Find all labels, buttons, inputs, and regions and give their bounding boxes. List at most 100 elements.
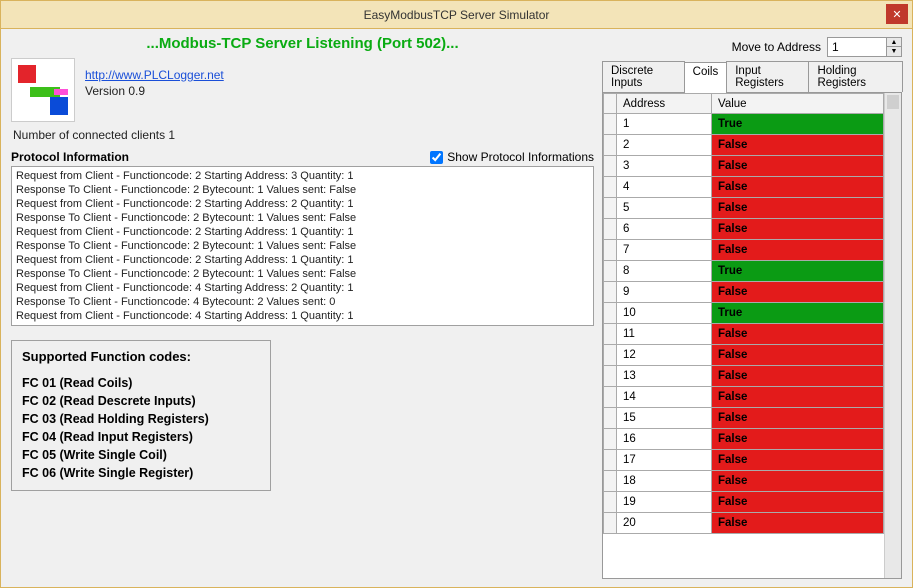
table-row[interactable]: 20False xyxy=(604,513,884,534)
cell-value[interactable]: False xyxy=(712,492,884,513)
table-row[interactable]: 4False xyxy=(604,177,884,198)
cell-address[interactable]: 2 xyxy=(617,135,712,156)
table-row[interactable]: 12False xyxy=(604,345,884,366)
log-line: Request from Client - Functioncode: 4 St… xyxy=(16,309,589,323)
show-protocol-input[interactable] xyxy=(430,151,443,164)
address-input[interactable] xyxy=(828,38,886,56)
version-label: Version 0.9 xyxy=(85,84,224,98)
cell-address[interactable]: 11 xyxy=(617,324,712,345)
function-code: FC 05 (Write Single Coil) xyxy=(22,446,260,464)
cell-value[interactable]: False xyxy=(712,366,884,387)
function-code: FC 02 (Read Descrete Inputs) xyxy=(22,392,260,410)
table-row[interactable]: 15False xyxy=(604,408,884,429)
table-row[interactable]: 17False xyxy=(604,450,884,471)
row-header xyxy=(604,492,617,513)
window-title: EasyModbusTCP Server Simulator xyxy=(364,8,550,22)
table-row[interactable]: 10True xyxy=(604,303,884,324)
table-row[interactable]: 13False xyxy=(604,366,884,387)
cell-value[interactable]: False xyxy=(712,429,884,450)
cell-value[interactable]: False xyxy=(712,219,884,240)
show-protocol-checkbox[interactable]: Show Protocol Informations xyxy=(430,150,594,164)
cell-address[interactable]: 14 xyxy=(617,387,712,408)
table-row[interactable]: 6False xyxy=(604,219,884,240)
cell-value[interactable]: False xyxy=(712,156,884,177)
tab-discrete-inputs[interactable]: Discrete Inputs xyxy=(602,61,685,92)
cell-address[interactable]: 17 xyxy=(617,450,712,471)
cell-value[interactable]: False xyxy=(712,513,884,534)
cell-value[interactable]: False xyxy=(712,282,884,303)
cell-value[interactable]: False xyxy=(712,345,884,366)
cell-address[interactable]: 8 xyxy=(617,261,712,282)
row-header xyxy=(604,156,617,177)
cell-value[interactable]: False xyxy=(712,135,884,156)
row-header xyxy=(604,114,617,135)
col-address[interactable]: Address xyxy=(617,94,712,114)
table-row[interactable]: 7False xyxy=(604,240,884,261)
close-button[interactable]: ✕ xyxy=(886,4,908,24)
tab-holding-registers[interactable]: Holding Registers xyxy=(808,61,903,92)
cell-address[interactable]: 5 xyxy=(617,198,712,219)
right-column: Move to Address ▲ ▼ Discrete InputsCoils… xyxy=(602,37,902,579)
table-row[interactable]: 18False xyxy=(604,471,884,492)
cell-value[interactable]: False xyxy=(712,471,884,492)
cell-value[interactable]: True xyxy=(712,261,884,282)
log-line: Response To Client - Functioncode: 2 Byt… xyxy=(16,267,589,281)
row-header xyxy=(604,324,617,345)
cell-address[interactable]: 19 xyxy=(617,492,712,513)
spinner-down-icon[interactable]: ▼ xyxy=(887,47,901,56)
tab-input-registers[interactable]: Input Registers xyxy=(726,61,809,92)
cell-value[interactable]: False xyxy=(712,324,884,345)
table-row[interactable]: 8True xyxy=(604,261,884,282)
table-row[interactable]: 1True xyxy=(604,114,884,135)
cell-address[interactable]: 20 xyxy=(617,513,712,534)
table-row[interactable]: 9False xyxy=(604,282,884,303)
row-header xyxy=(604,177,617,198)
function-code: FC 04 (Read Input Registers) xyxy=(22,428,260,446)
data-grid[interactable]: Address Value 1True2False3False4False5Fa… xyxy=(603,93,884,578)
cell-address[interactable]: 15 xyxy=(617,408,712,429)
cell-address[interactable]: 12 xyxy=(617,345,712,366)
table-row[interactable]: 11False xyxy=(604,324,884,345)
tab-coils[interactable]: Coils xyxy=(684,62,728,93)
protocol-log[interactable]: Request from Client - Functioncode: 2 St… xyxy=(11,166,594,326)
cell-address[interactable]: 4 xyxy=(617,177,712,198)
row-header xyxy=(604,240,617,261)
row-header xyxy=(604,261,617,282)
col-value[interactable]: Value xyxy=(712,94,884,114)
cell-address[interactable]: 13 xyxy=(617,366,712,387)
cell-value[interactable]: False xyxy=(712,177,884,198)
grid-scrollbar[interactable] xyxy=(884,93,901,578)
cell-value[interactable]: False xyxy=(712,408,884,429)
table-row[interactable]: 19False xyxy=(604,492,884,513)
log-line: Request from Client - Functioncode: 2 St… xyxy=(16,225,589,239)
cell-address[interactable]: 3 xyxy=(617,156,712,177)
function-code: FC 01 (Read Coils) xyxy=(22,374,260,392)
show-protocol-label: Show Protocol Informations xyxy=(447,150,594,164)
supported-title: Supported Function codes: xyxy=(22,349,260,364)
cell-value[interactable]: False xyxy=(712,450,884,471)
table-row[interactable]: 16False xyxy=(604,429,884,450)
table-row[interactable]: 5False xyxy=(604,198,884,219)
cell-address[interactable]: 10 xyxy=(617,303,712,324)
cell-address[interactable]: 16 xyxy=(617,429,712,450)
cell-value[interactable]: True xyxy=(712,303,884,324)
cell-address[interactable]: 6 xyxy=(617,219,712,240)
cell-value[interactable]: False xyxy=(712,198,884,219)
cell-address[interactable]: 7 xyxy=(617,240,712,261)
table-row[interactable]: 2False xyxy=(604,135,884,156)
cell-address[interactable]: 1 xyxy=(617,114,712,135)
protocol-header-row: Protocol Information Show Protocol Infor… xyxy=(11,150,594,164)
spinner-up-icon[interactable]: ▲ xyxy=(887,38,901,47)
cell-value[interactable]: True xyxy=(712,114,884,135)
log-line: Response To Client - Functioncode: 4 Byt… xyxy=(16,323,589,326)
cell-address[interactable]: 18 xyxy=(617,471,712,492)
cell-address[interactable]: 9 xyxy=(617,282,712,303)
log-line: Response To Client - Functioncode: 4 Byt… xyxy=(16,295,589,309)
log-line: Response To Client - Functioncode: 2 Byt… xyxy=(16,239,589,253)
cell-value[interactable]: False xyxy=(712,240,884,261)
table-row[interactable]: 3False xyxy=(604,156,884,177)
address-spinner[interactable]: ▲ ▼ xyxy=(827,37,902,57)
homepage-link[interactable]: http://www.PLCLogger.net xyxy=(85,68,224,82)
table-row[interactable]: 14False xyxy=(604,387,884,408)
cell-value[interactable]: False xyxy=(712,387,884,408)
